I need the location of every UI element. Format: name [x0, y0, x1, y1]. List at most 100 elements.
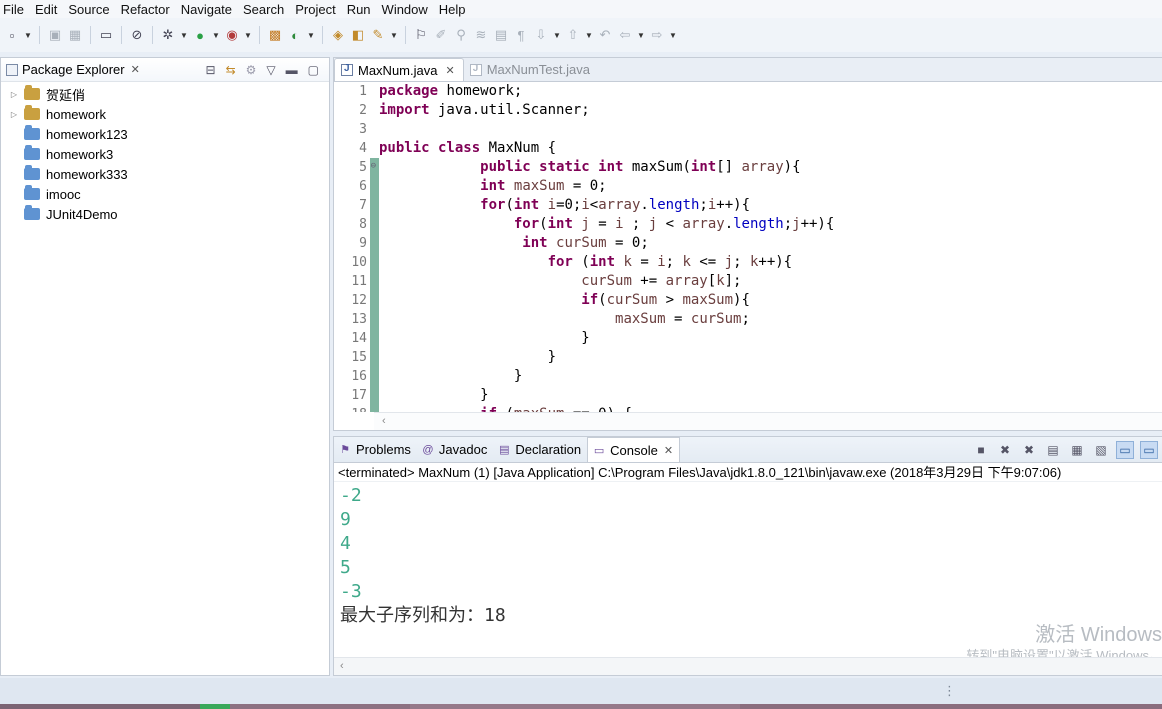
code-text: maxSum = curSum; — [615, 311, 750, 327]
new-icon[interactable]: ▫ — [3, 26, 21, 44]
menu-help[interactable]: Help — [436, 2, 470, 17]
tree-item[interactable]: ▷ 贺延俏 — [1, 84, 329, 104]
terminate-icon[interactable]: ■ — [972, 441, 990, 459]
save-all-icon[interactable]: ▦ — [66, 26, 84, 44]
back-icon[interactable]: ⇦ — [616, 26, 634, 44]
debug-dropdown-icon[interactable]: ▼ — [179, 26, 189, 44]
search-dropdown-icon[interactable]: ▼ — [389, 26, 399, 44]
new-dropdown-icon[interactable]: ▼ — [23, 26, 33, 44]
remove-launch-icon[interactable]: ✖ — [996, 441, 1014, 459]
open-task-icon[interactable]: ◧ — [349, 26, 367, 44]
line-number-text: 17 — [351, 388, 367, 403]
back-dropdown-icon[interactable]: ▼ — [636, 26, 646, 44]
show-console-on-stdout-icon[interactable]: ▭ — [1116, 440, 1134, 459]
remove-all-terminated-icon[interactable]: ✖ — [1020, 441, 1038, 459]
code-line: 14 } — [334, 329, 1162, 348]
word-wrap-icon[interactable]: ≋ — [472, 26, 490, 44]
prev-annotation-icon[interactable]: ⇧ — [564, 26, 582, 44]
line-number-text: 4 — [359, 141, 367, 156]
close-icon[interactable]: ✕ — [131, 63, 140, 76]
tree-item[interactable]: homework333 — [1, 164, 329, 184]
toggle-annotation-icon[interactable]: ⚐ — [412, 26, 430, 44]
quick-diff-marker — [370, 139, 379, 158]
toolbar-separator — [322, 26, 323, 44]
tree-item[interactable]: imooc — [1, 184, 329, 204]
forward-icon[interactable]: ⇨ — [648, 26, 666, 44]
status-bar-grip-icon: ⋮ — [943, 683, 956, 698]
console-horizontal-scrollbar[interactable]: ‹ — [334, 657, 1162, 675]
external-tools-dropdown-icon[interactable]: ▼ — [243, 26, 253, 44]
mark-occurrences-icon[interactable]: ✐ — [432, 26, 450, 44]
search-icon[interactable]: ✎ — [369, 26, 387, 44]
line-number: 6 — [334, 177, 370, 196]
package-explorer-tab[interactable]: Package Explorer ✕ ⊟ ⇆ ⚙ ▽ ▬ ▢ — [1, 58, 329, 82]
editor-tab[interactable]: MaxNum.java ✕ — [334, 58, 464, 81]
editor-horizontal-scrollbar[interactable]: ‹ — [374, 412, 1162, 430]
problems-icon: ⚑ — [340, 444, 350, 456]
code-editor[interactable]: 1 package homework; 2 import java.util.Scan… — [334, 82, 1162, 412]
toolbar-separator — [121, 26, 122, 44]
next-annotation-dropdown-icon[interactable]: ▼ — [552, 26, 562, 44]
new-class-dropdown-icon[interactable]: ▼ — [306, 26, 316, 44]
next-annotation-icon[interactable]: ⇩ — [532, 26, 550, 44]
show-whitespace-icon[interactable]: ▤ — [492, 26, 510, 44]
prev-annotation-dropdown-icon[interactable]: ▼ — [584, 26, 594, 44]
fold-toggle-icon[interactable]: ⊖ — [371, 157, 376, 176]
menu-source[interactable]: Source — [65, 2, 113, 17]
tree-item[interactable]: ▷ homework — [1, 104, 329, 124]
run-icon[interactable]: ● — [191, 26, 209, 44]
close-icon[interactable]: ✕ — [664, 444, 673, 457]
tab-console[interactable]: ▭ Console ✕ — [587, 437, 681, 462]
menu-run[interactable]: Run — [344, 2, 375, 17]
focus-icon[interactable]: ⚙ — [246, 63, 257, 77]
open-type-icon[interactable]: ◈ — [329, 26, 347, 44]
close-icon[interactable]: ✕ — [445, 64, 454, 77]
expand-arrow-icon[interactable]: ▷ — [8, 110, 20, 119]
show-console-on-stderr-icon[interactable]: ▭ — [1140, 440, 1158, 459]
pilcrow-icon[interactable]: ¶ — [512, 26, 530, 44]
last-edit-icon[interactable]: ↶ — [596, 26, 614, 44]
tab-declaration[interactable]: ▤ Declaration — [493, 437, 587, 462]
tab-problems[interactable]: ⚑ Problems — [334, 437, 417, 462]
editor-tab[interactable]: MaxNumTest.java — [464, 58, 598, 81]
toggle-block-selection-icon[interactable]: ⚲ — [452, 26, 470, 44]
link-with-editor-icon[interactable]: ⇆ — [226, 63, 236, 77]
console-stdin-line: -2 — [340, 485, 362, 506]
run-dropdown-icon[interactable]: ▼ — [211, 26, 221, 44]
forward-dropdown-icon[interactable]: ▼ — [668, 26, 678, 44]
view-menu-icon[interactable]: ▽ — [266, 63, 275, 77]
scroll-lock-icon[interactable]: ▦ — [1068, 441, 1086, 459]
tree-item[interactable]: JUnit4Demo — [1, 204, 329, 224]
tree-item[interactable]: homework123 — [1, 124, 329, 144]
menu-navigate[interactable]: Navigate — [178, 2, 236, 17]
code-text: int curSum = 0; — [522, 235, 649, 251]
terminal-icon[interactable]: ▭ — [97, 26, 115, 44]
debug-icon[interactable]: ✲ — [159, 26, 177, 44]
menu-file[interactable]: File — [0, 2, 28, 17]
new-java-class-icon[interactable]: ◐ — [286, 26, 304, 44]
menu-edit[interactable]: Edit — [32, 2, 61, 17]
line-number-text: 8 — [359, 217, 367, 232]
code-line: 8 for(int j = i ; j < array.length;j++){ — [334, 215, 1162, 234]
tab-javadoc[interactable]: @ Javadoc — [417, 437, 493, 462]
expand-arrow-icon[interactable]: ▷ — [8, 90, 20, 99]
skip-breakpoints-icon[interactable]: ⊘ — [128, 26, 146, 44]
line-number-text: 7 — [359, 198, 367, 213]
external-tools-icon[interactable]: ◉ — [223, 26, 241, 44]
save-icon[interactable]: ▣ — [46, 26, 64, 44]
new-java-package-icon[interactable]: ▩ — [266, 26, 284, 44]
menu-refactor[interactable]: Refactor — [118, 2, 174, 17]
word-wrap-icon[interactable]: ▧ — [1092, 441, 1110, 459]
status-bar: ⋮ — [0, 678, 1162, 704]
menu-search[interactable]: Search — [240, 2, 288, 17]
tree-item[interactable]: homework3 — [1, 144, 329, 164]
menu-project[interactable]: Project — [292, 2, 339, 17]
code-line: 2 import java.util.Scanner; — [334, 101, 1162, 120]
collapse-all-icon[interactable]: ⊟ — [206, 63, 216, 77]
console-output[interactable]: -2 9 4 5 -3 最大子序列和为：18 — [334, 482, 1162, 628]
java-project-icon — [24, 105, 40, 120]
menu-window[interactable]: Window — [379, 2, 432, 17]
clear-console-icon[interactable]: ▤ — [1044, 441, 1062, 459]
minimize-icon[interactable]: ▬ — [286, 63, 298, 77]
maximize-icon[interactable]: ▢ — [308, 63, 319, 77]
